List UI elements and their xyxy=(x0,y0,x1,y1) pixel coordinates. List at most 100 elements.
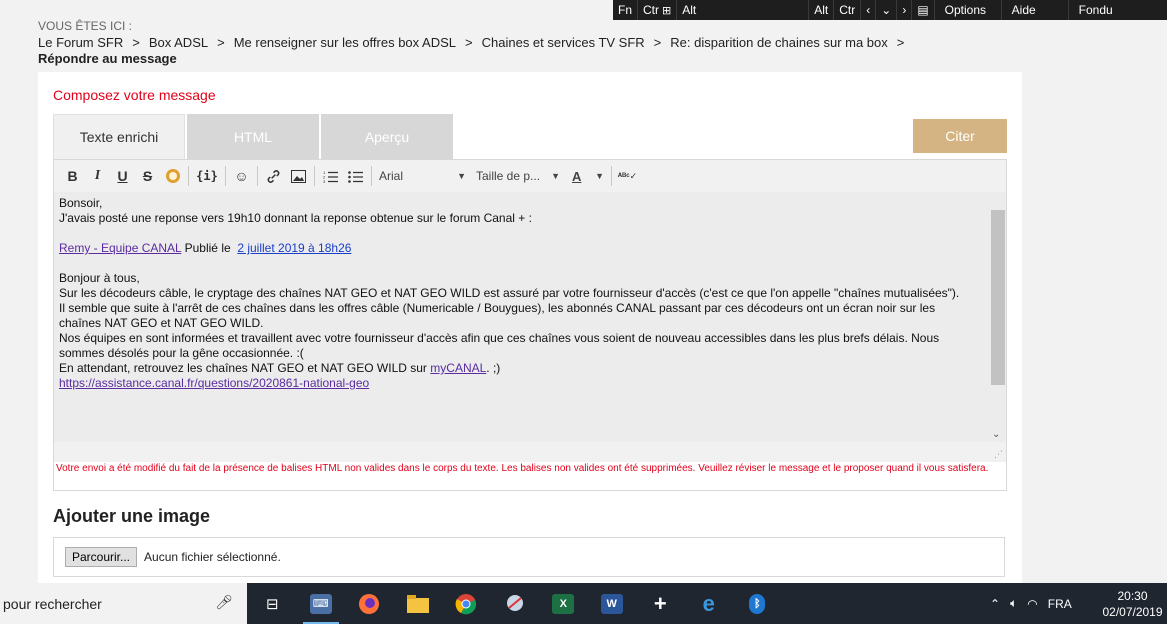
breadcrumb-item[interactable]: Box ADSL xyxy=(149,35,208,50)
osk-key-menu[interactable]: ▤ xyxy=(912,0,935,20)
message-line: En attendant, retrouvez les chaînes NAT … xyxy=(59,361,501,375)
osk-key-ctrl-right[interactable]: Ctr xyxy=(834,0,862,20)
excel-icon[interactable]: X xyxy=(539,583,588,624)
font-size-select[interactable]: Taille de p... ▼ xyxy=(472,164,564,188)
osk-key-alt-right[interactable]: Alt xyxy=(809,0,835,20)
osk-key-ctrl[interactable]: Ctr ⊞ xyxy=(638,0,678,20)
strikethrough-icon[interactable]: S xyxy=(135,164,160,188)
mycanal-link[interactable]: myCANAL xyxy=(430,361,486,375)
on-screen-keyboard-app-icon[interactable]: ⌨ xyxy=(297,583,346,624)
message-line: Sur les décodeurs câble, le cryptage des… xyxy=(59,286,960,300)
message-line: Il semble que suite à l'arrêt de ces cha… xyxy=(59,301,936,315)
firefox-icon[interactable] xyxy=(345,583,394,624)
underline-icon[interactable]: U xyxy=(110,164,135,188)
osk-help-key[interactable]: Aide xyxy=(1002,0,1069,20)
message-line: chaînes NAT GEO et NAT GEO WILD. xyxy=(59,316,264,330)
message-line: Nos équipes en sont informées et travail… xyxy=(59,331,940,345)
task-view-icon[interactable]: ⊟ xyxy=(248,583,297,624)
plus-app-icon[interactable]: + xyxy=(636,583,685,624)
clock-time: 20:30 xyxy=(1117,589,1148,603)
caret-down-icon: ▼ xyxy=(551,171,560,181)
message-body[interactable]: Bonsoir, J'avais posté une reponse vers … xyxy=(54,192,990,442)
font-family-select[interactable]: Arial ▼ xyxy=(375,164,470,188)
assistance-url-link[interactable]: https://assistance.canal.fr/questions/20… xyxy=(59,376,369,390)
caret-down-icon: ▼ xyxy=(595,171,604,181)
editor-scrollbar[interactable]: ⌄ xyxy=(990,192,1006,442)
breadcrumb-label: VOUS ÊTES ICI : xyxy=(38,19,133,33)
toolbar-separator xyxy=(314,166,315,186)
bold-icon[interactable]: B xyxy=(60,164,85,188)
compose-title: Composez votre message xyxy=(53,87,216,103)
volume-icon[interactable]: 🔈︎ xyxy=(1010,596,1017,611)
toolbar-separator xyxy=(371,166,372,186)
browse-button[interactable]: Parcourir... xyxy=(65,547,138,567)
chrome-icon[interactable] xyxy=(442,583,491,624)
toolbar-separator xyxy=(225,166,226,186)
spellcheck-icon[interactable]: ᴬᴮᶜ✓ xyxy=(615,164,640,188)
tab-preview[interactable]: Aperçu xyxy=(321,114,453,159)
osk-key-fn[interactable]: Fn xyxy=(613,0,639,20)
message-line: J'avais posté une reponse vers 19h10 don… xyxy=(59,211,532,225)
toolbar-separator xyxy=(611,166,612,186)
breadcrumb-item[interactable]: Chaines et services TV SFR xyxy=(482,35,645,50)
edge-icon[interactable]: e xyxy=(685,583,734,624)
wifi-icon[interactable]: ◠ xyxy=(1027,597,1037,611)
breadcrumb-current: Répondre au message xyxy=(38,51,177,66)
osk-key-down[interactable]: ⌄ xyxy=(876,0,898,20)
osk-options-key[interactable]: Options xyxy=(935,0,1002,20)
caret-down-icon: ▼ xyxy=(457,171,466,181)
ordered-list-icon[interactable]: 123 xyxy=(318,164,343,188)
tab-rich-text[interactable]: Texte enrichi xyxy=(53,114,185,159)
breadcrumb-item[interactable]: Re: disparition de chaines sur ma box xyxy=(670,35,888,50)
no-file-label: Aucun fichier sélectionné. xyxy=(144,550,281,564)
text-color-select[interactable]: A ▼ xyxy=(568,164,608,188)
taskbar-search[interactable]: pour rechercher 🎤︎ xyxy=(0,583,247,624)
image-icon[interactable] xyxy=(286,164,311,188)
code-icon[interactable]: {i} xyxy=(192,164,222,188)
breadcrumb-item[interactable]: Me renseigner sur les offres box ADSL xyxy=(234,35,456,50)
file-explorer-icon[interactable] xyxy=(394,583,443,624)
quote-button[interactable]: Citer xyxy=(913,119,1007,153)
osk-key-right[interactable]: › xyxy=(897,0,913,20)
message-line: https://assistance.canal.fr/questions/20… xyxy=(59,376,985,391)
word-icon[interactable]: W xyxy=(588,583,637,624)
osk-key-left[interactable]: ‹ xyxy=(861,0,877,20)
image-upload-field: Parcourir... Aucun fichier sélectionné. xyxy=(53,537,1005,577)
spoiler-icon[interactable] xyxy=(160,164,185,188)
emoji-icon[interactable]: ☺ xyxy=(229,164,254,188)
scrollbar-thumb[interactable] xyxy=(991,210,1005,385)
editor-tabs: Texte enrichi HTML Aperçu xyxy=(53,114,455,159)
search-placeholder: pour rechercher xyxy=(3,595,102,612)
breadcrumb-item[interactable]: Le Forum SFR xyxy=(38,35,123,50)
osk-key-alt[interactable]: Alt xyxy=(677,0,810,20)
scroll-down-icon[interactable]: ⌄ xyxy=(992,429,1000,440)
chevron-down-icon: ⌄ xyxy=(881,3,892,17)
bullet-list-icon[interactable] xyxy=(343,164,368,188)
author-link[interactable]: Remy - Equipe CANAL xyxy=(59,241,181,255)
system-tray: ⌃ 🔈︎ ◠ FRA xyxy=(990,583,1082,624)
message-line: Bonjour à tous, xyxy=(59,271,140,285)
link-icon[interactable] xyxy=(261,164,286,188)
breadcrumb: Le Forum SFR > Box ADSL > Me renseigner sur … xyxy=(38,35,913,66)
chevron-left-icon: ‹ xyxy=(866,3,871,17)
snipping-tool-icon[interactable] xyxy=(491,583,540,624)
toolbar-separator xyxy=(257,166,258,186)
chevron-right-icon: › xyxy=(902,3,907,17)
date-link[interactable]: 2 juillet 2019 à 18h26 xyxy=(237,241,351,255)
compose-card: Composez votre message Texte enrichi HTM… xyxy=(38,72,1022,583)
bluetooth-icon[interactable]: ᛒ xyxy=(733,583,782,624)
message-line: Remy - Equipe CANAL Publié le 2 juillet … xyxy=(59,241,352,255)
resize-handle-icon[interactable]: ⋰ xyxy=(994,449,1003,460)
osk-fade-key[interactable]: Fondu xyxy=(1069,0,1123,20)
editor-toolbar: B I U S {i} ☺ 123 Arial ▼ Taille de p... ▼… xyxy=(54,160,1006,192)
taskbar-clock[interactable]: 20:30 02/07/2019 xyxy=(1100,588,1165,620)
chevron-up-icon[interactable]: ⌃ xyxy=(990,597,1000,611)
message-line: Bonsoir, xyxy=(59,196,103,210)
microphone-icon[interactable]: 🎤︎ xyxy=(215,594,233,611)
on-screen-keyboard: Fn Ctr ⊞ Alt Alt Ctr ‹ ⌄ › ▤ Options Aide… xyxy=(613,0,1167,20)
italic-icon[interactable]: I xyxy=(85,164,110,188)
language-indicator[interactable]: FRA xyxy=(1048,597,1072,611)
windows-icon: ⊞ xyxy=(662,4,672,17)
tab-html[interactable]: HTML xyxy=(187,114,319,159)
windows-taskbar: pour rechercher 🎤︎ ⊟ ⌨ X W + e ᛒ ⌃ 🔈︎ ◠ … xyxy=(0,583,1167,624)
